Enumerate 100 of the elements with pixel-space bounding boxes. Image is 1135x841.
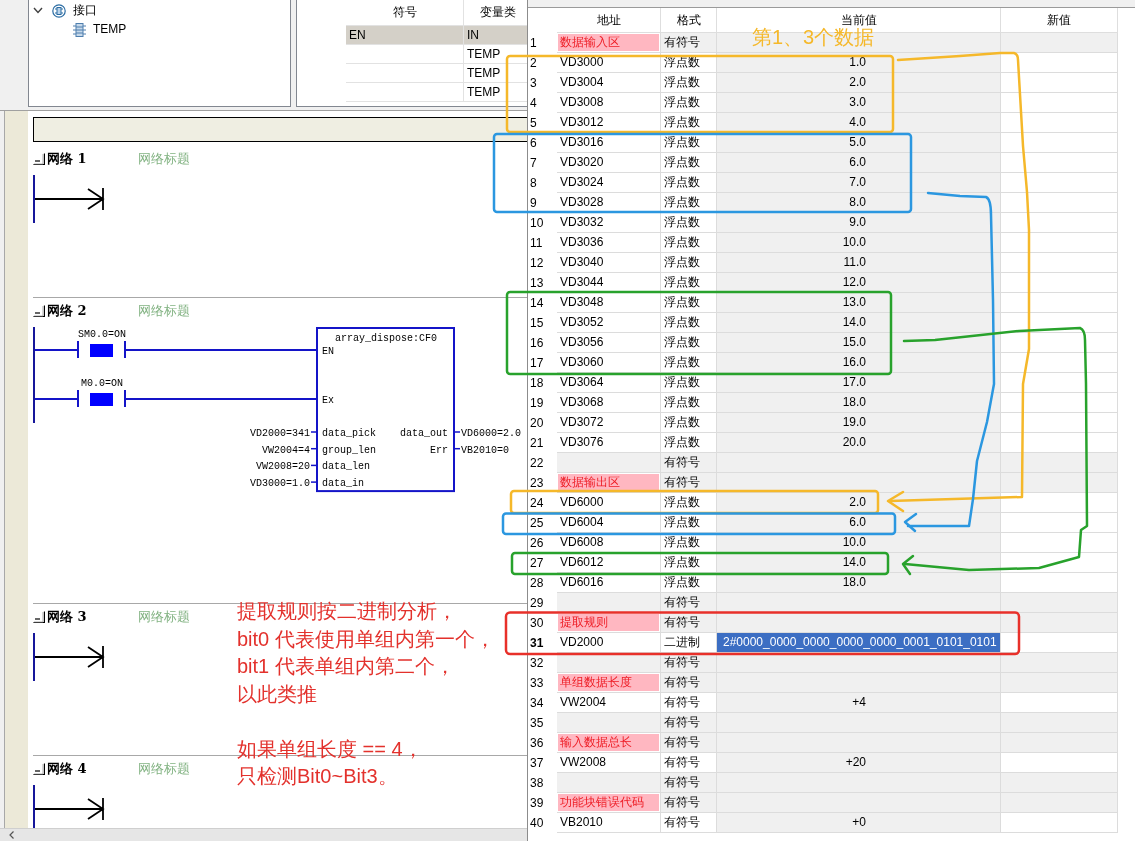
table-cell: 浮点数 [661, 153, 717, 173]
table-cell: 有符号 [661, 693, 717, 713]
table-cell: +0 [717, 813, 1001, 833]
column-header[interactable]: 符号 [392, 5, 417, 20]
table-cell: VD3036 [557, 233, 661, 253]
note-text: 以此类推 [237, 681, 317, 707]
collapse-toggle-icon[interactable] [33, 763, 45, 775]
table-cell: 18.0 [717, 393, 1001, 413]
row-number[interactable]: 30 [530, 615, 544, 631]
row-number[interactable]: 32 [530, 655, 544, 671]
row-number[interactable]: 21 [530, 435, 544, 451]
table-cell: 功能块错误代码 [557, 793, 661, 813]
table-cell: VW2004 [557, 693, 661, 713]
table-cell: 2.0 [717, 73, 1001, 93]
table-cell: 浮点数 [661, 493, 717, 513]
tree-item[interactable]: TEMP [93, 22, 127, 37]
operand-label: VW2008=20 [256, 461, 310, 473]
table-cell: VD3004 [557, 73, 661, 93]
operand-label: VD2000=341 [250, 428, 310, 439]
comment-field[interactable] [33, 117, 527, 142]
table-cell: 7.0 [717, 173, 1001, 193]
row-number[interactable]: 36 [530, 735, 544, 751]
collapse-toggle-icon[interactable] [33, 611, 45, 623]
table-cell: VD3072 [557, 413, 661, 433]
table-cell: 有符号 [661, 793, 717, 813]
row-number[interactable]: 4 [530, 95, 537, 111]
row-number[interactable]: 35 [530, 715, 544, 731]
row-number[interactable]: 2 [530, 55, 537, 71]
collapse-toggle-icon[interactable] [33, 153, 45, 165]
horizontal-scrollbar[interactable] [0, 828, 527, 841]
row-number[interactable]: 26 [530, 535, 544, 551]
row-number[interactable]: 37 [530, 755, 544, 771]
pin-label: data_out [400, 428, 448, 439]
row-number[interactable]: 25 [530, 515, 544, 531]
column-header[interactable]: 新值 [1047, 13, 1071, 27]
table-cell: VD2000 [557, 633, 661, 653]
row-number[interactable]: 17 [530, 355, 544, 371]
row-number[interactable]: 40 [530, 815, 544, 831]
collapse-toggle-icon[interactable] [33, 305, 45, 317]
table-cell: 浮点数 [661, 413, 717, 433]
row-number[interactable]: 15 [530, 315, 544, 331]
column-header[interactable]: 地址 [596, 13, 621, 27]
wire [310, 447, 317, 450]
table-cell: +20 [717, 753, 1001, 773]
table-cell: VD3064 [557, 373, 661, 393]
row-number[interactable]: 33 [530, 675, 544, 691]
wire [310, 431, 317, 433]
pin-label: Err [430, 444, 448, 456]
column-header[interactable]: 变量类 [479, 5, 516, 20]
row-number[interactable]: 34 [530, 695, 544, 711]
table-cell: 10.0 [717, 233, 1001, 253]
row-number[interactable]: 11 [530, 235, 543, 251]
contact-label: M0.0=ON [81, 378, 123, 389]
table-cell: 有符号 [661, 713, 717, 733]
row-number[interactable]: 23 [530, 475, 544, 491]
table-cell: 11.0 [717, 253, 1001, 273]
row-number[interactable]: 3 [530, 75, 537, 91]
table-cell: 浮点数 [661, 173, 717, 193]
row-number[interactable]: 19 [530, 395, 544, 411]
row-number[interactable]: 29 [530, 595, 544, 611]
row-number[interactable]: 10 [530, 215, 544, 231]
table-cell: VD3052 [557, 313, 661, 333]
row-number[interactable]: 8 [530, 175, 537, 191]
row-number[interactable]: 9 [530, 195, 537, 211]
column-header[interactable]: 当前值 [840, 13, 877, 27]
row-number[interactable]: 39 [530, 795, 544, 811]
row-number[interactable]: 13 [530, 275, 544, 291]
table-cell: EN [346, 26, 464, 45]
table-cell: VD3060 [557, 353, 661, 373]
row-number[interactable]: 28 [530, 575, 544, 591]
row-number[interactable]: 7 [530, 155, 537, 171]
row-number[interactable]: 16 [530, 335, 544, 351]
table-cell: 浮点数 [661, 353, 717, 373]
row-number[interactable]: 27 [530, 555, 544, 571]
row-number[interactable]: 24 [530, 495, 544, 511]
row-number[interactable]: 5 [530, 115, 537, 131]
table-cell: 数据输出区 [557, 473, 661, 493]
arrow-bar-icon [34, 797, 105, 821]
column-header[interactable]: 格式 [676, 13, 701, 27]
wire [310, 481, 317, 483]
operand-label: VB2010=0 [461, 444, 509, 456]
row-number[interactable]: 20 [530, 415, 544, 431]
pin-label: data_len [322, 461, 370, 473]
row-number[interactable]: 22 [530, 455, 544, 471]
row-number[interactable]: 14 [530, 295, 544, 311]
expand-chevron-icon[interactable] [33, 7, 43, 14]
table-cell: 14.0 [717, 313, 1001, 333]
row-number[interactable]: 1 [530, 35, 537, 51]
row-number[interactable]: 31 [530, 635, 544, 651]
row-number[interactable]: 12 [530, 255, 544, 271]
table-cell: 二进制 [661, 633, 717, 653]
row-number[interactable]: 38 [530, 775, 544, 791]
wire [310, 464, 317, 467]
table-cell: 6.0 [717, 153, 1001, 173]
row-number[interactable]: 18 [530, 375, 544, 391]
pin-label: data_pick [322, 428, 376, 439]
scroll-left-icon[interactable] [9, 831, 14, 839]
table-cell: 提取规则 [557, 613, 661, 633]
tree-item[interactable]: 接口 [73, 3, 97, 18]
row-number[interactable]: 6 [530, 135, 537, 151]
